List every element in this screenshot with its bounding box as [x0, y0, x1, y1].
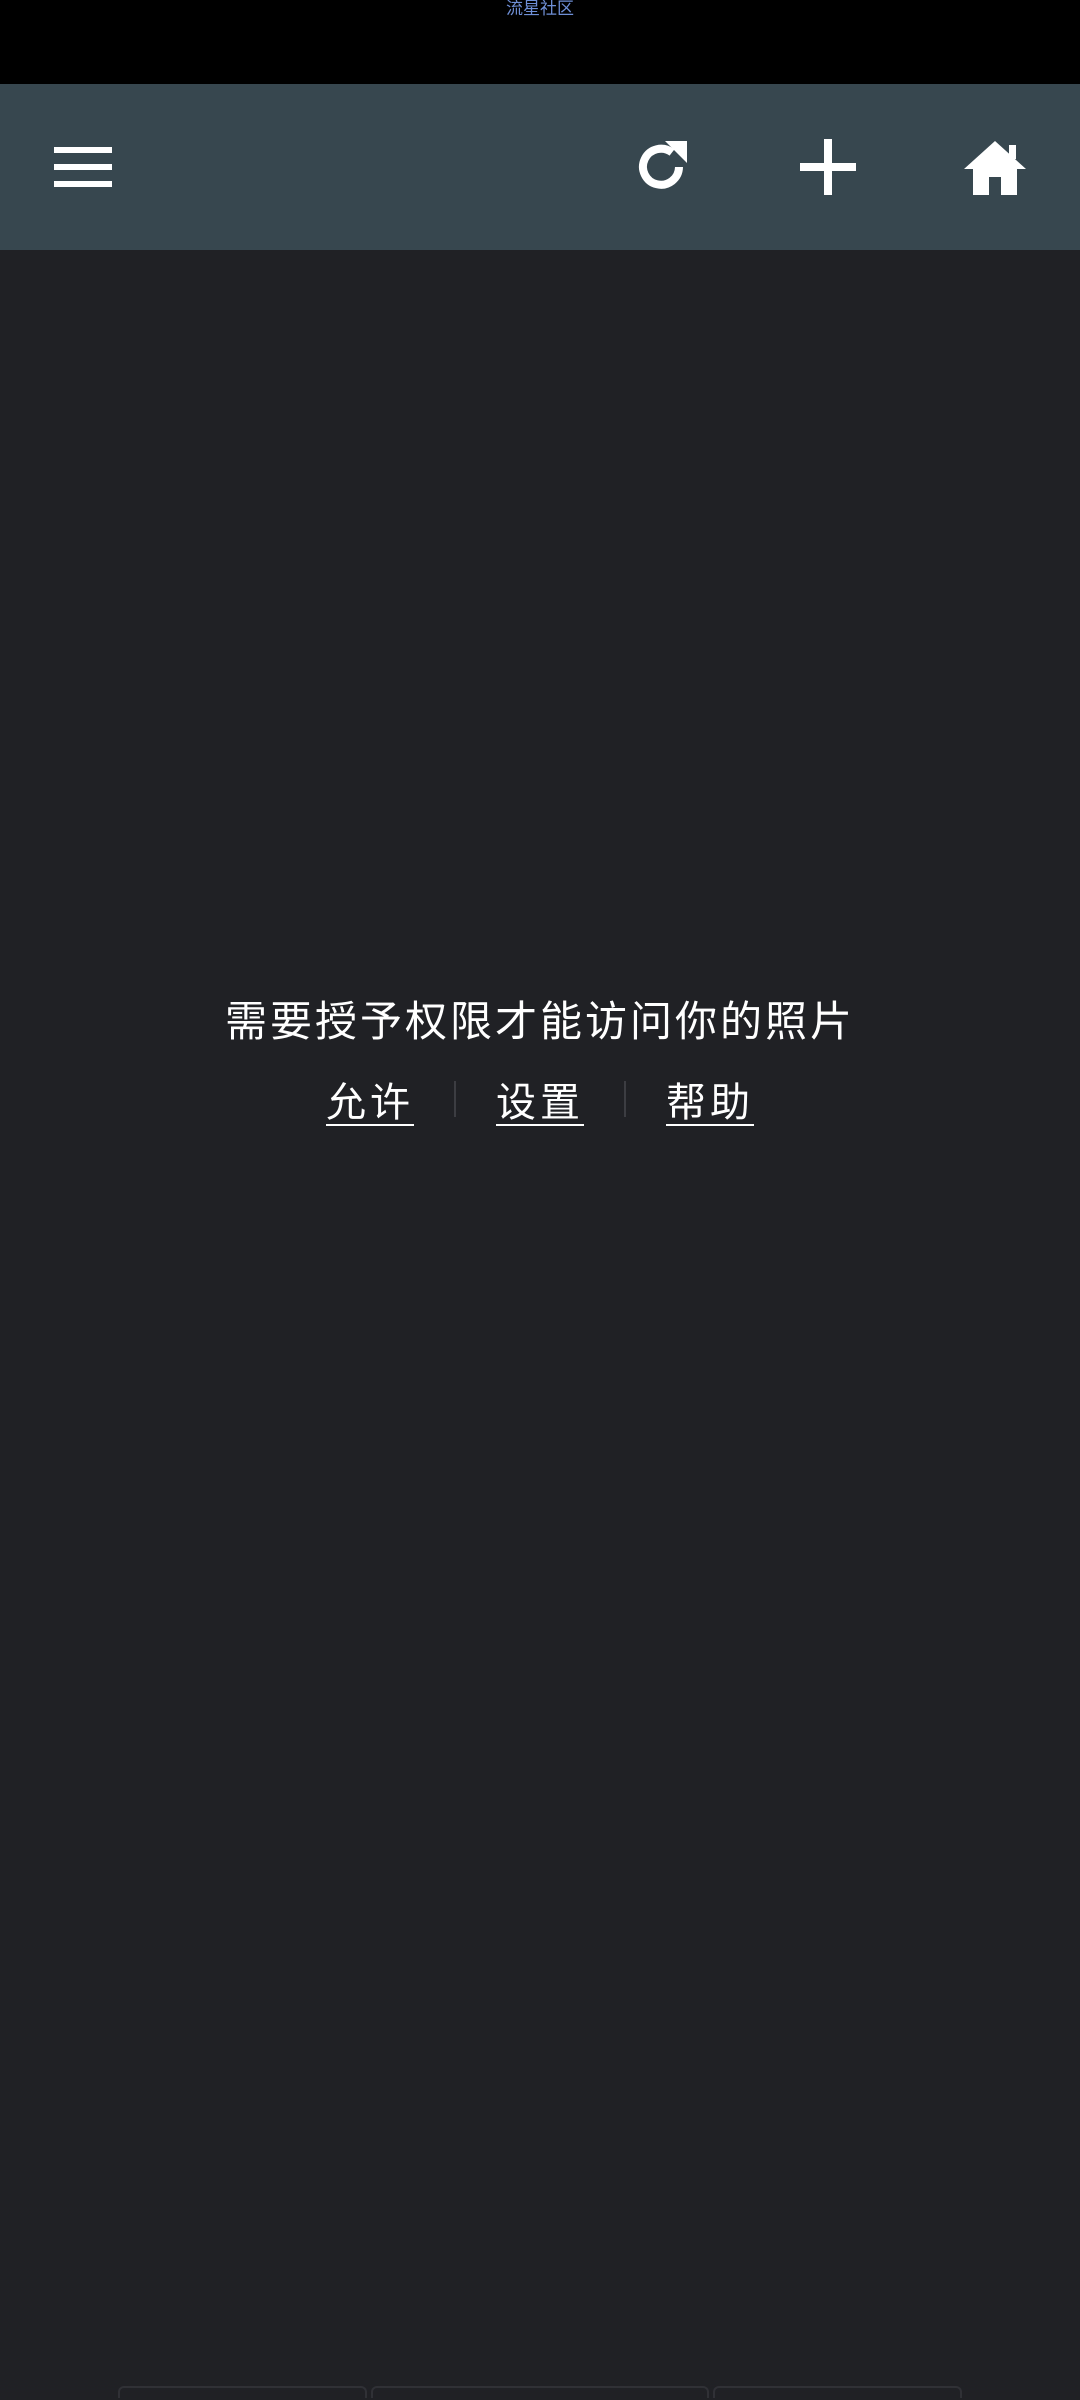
menu-icon — [54, 145, 112, 189]
home-icon — [964, 139, 1026, 195]
permission-message: 需要授予权限才能访问你的照片 — [224, 997, 855, 1046]
status-label: 流星社区 — [506, 0, 574, 19]
menu-button[interactable] — [28, 84, 138, 250]
bottom-tab[interactable] — [713, 2386, 962, 2398]
refresh-button[interactable] — [606, 84, 716, 250]
help-link[interactable]: 帮助 — [658, 1070, 762, 1128]
refresh-icon — [631, 137, 691, 197]
home-button[interactable] — [940, 84, 1050, 250]
toolbar — [0, 84, 1080, 250]
bottom-tab[interactable] — [118, 2386, 367, 2398]
status-bar: 流星社区 — [0, 0, 1080, 84]
bottom-tab[interactable] — [370, 2386, 710, 2398]
allow-link[interactable]: 允许 — [318, 1070, 422, 1128]
divider — [454, 1081, 456, 1117]
bottom-tab-bar — [118, 2386, 962, 2400]
photo-content-area — [0, 250, 1080, 2400]
divider — [624, 1081, 626, 1117]
permission-actions: 允许 设置 帮助 — [0, 1070, 1080, 1128]
add-button[interactable] — [773, 84, 883, 250]
settings-link[interactable]: 设置 — [488, 1070, 592, 1128]
plus-icon — [800, 139, 856, 195]
